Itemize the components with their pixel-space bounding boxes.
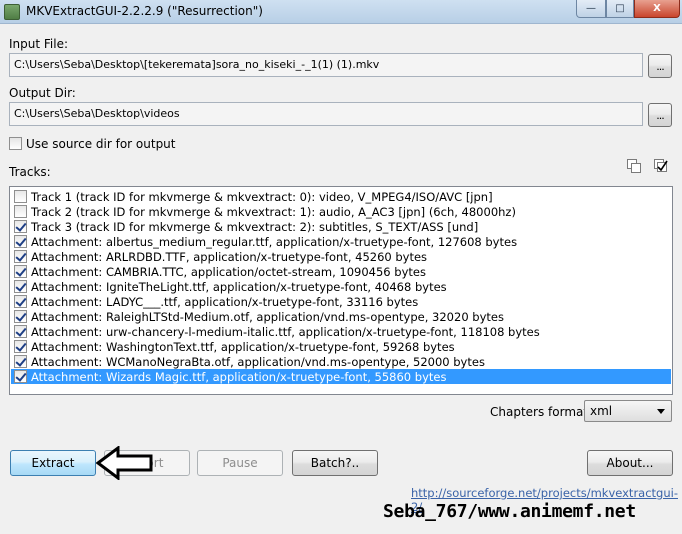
chapters-format-label: Chapters format: (490, 405, 593, 419)
track-row[interactable]: Track 2 (track ID for mkvmerge & mkvextr… (11, 204, 671, 219)
output-dir-label: Output Dir: (9, 86, 76, 100)
track-checkbox[interactable] (14, 310, 27, 323)
watermark-text: Seba_767/www.animemf.net (383, 501, 636, 522)
track-row[interactable]: Attachment: WCManoNegraBta.otf, applicat… (11, 354, 671, 369)
track-label: Attachment: urw-chancery-l-medium-italic… (31, 324, 540, 339)
use-source-dir-checkbox[interactable] (9, 137, 22, 150)
track-label: Attachment: CAMBRIA.TTC, application/oct… (31, 264, 426, 279)
track-row[interactable]: Attachment: ARLRDBD.TTF, application/x-t… (11, 249, 671, 264)
track-row[interactable]: Attachment: IgniteTheLight.ttf, applicat… (11, 279, 671, 294)
arrow-annotation-icon (96, 446, 153, 480)
track-label: Track 1 (track ID for mkvmerge & mkvextr… (31, 189, 493, 204)
track-checkbox[interactable] (14, 250, 27, 263)
track-label: Attachment: Wizards Magic.ttf, applicati… (31, 369, 447, 384)
track-checkbox[interactable] (14, 235, 27, 248)
input-file-label: Input File: (9, 37, 69, 51)
maximize-button[interactable]: □ (606, 0, 634, 18)
chapters-format-value: xml (590, 404, 613, 418)
track-row[interactable]: Attachment: albertus_medium_regular.ttf,… (11, 234, 671, 249)
track-label: Attachment: ARLRDBD.TTF, application/x-t… (31, 249, 428, 264)
track-checkbox[interactable] (14, 370, 27, 383)
tracks-list[interactable]: Track 1 (track ID for mkvmerge & mkvextr… (9, 186, 673, 395)
track-label: Track 2 (track ID for mkvmerge & mkvextr… (31, 204, 516, 219)
track-row[interactable]: Attachment: Wizards Magic.ttf, applicati… (11, 369, 671, 384)
close-button[interactable]: X (634, 0, 680, 18)
track-checkbox[interactable] (14, 280, 27, 293)
pause-button[interactable]: Pause (197, 450, 283, 476)
track-row[interactable]: Attachment: CAMBRIA.TTC, application/oct… (11, 264, 671, 279)
track-checkbox[interactable] (14, 325, 27, 338)
output-dir-field[interactable]: C:\Users\Seba\Desktop\videos (9, 102, 643, 126)
track-row[interactable]: Attachment: RaleighLTStd-Medium.otf, app… (11, 309, 671, 324)
input-file-field[interactable]: C:\Users\Seba\Desktop\[tekeremata]sora_n… (9, 53, 643, 77)
track-label: Attachment: IgniteTheLight.ttf, applicat… (31, 279, 447, 294)
app-icon (4, 4, 20, 20)
track-checkbox[interactable] (14, 205, 27, 218)
copy-icon[interactable] (626, 158, 642, 174)
track-checkbox[interactable] (14, 355, 27, 368)
track-label: Attachment: RaleighLTStd-Medium.otf, app… (31, 309, 504, 324)
track-checkbox[interactable] (14, 265, 27, 278)
track-checkbox[interactable] (14, 340, 27, 353)
track-label: Attachment: LADYC___.ttf, application/x-… (31, 294, 419, 309)
track-label: Attachment: albertus_medium_regular.ttf,… (31, 234, 518, 249)
check-all-icon[interactable] (653, 158, 669, 174)
track-row[interactable]: Attachment: WashingtonText.ttf, applicat… (11, 339, 671, 354)
window-title: MKVExtractGUI-2.2.2.9 ("Resurrection") (26, 4, 263, 18)
extract-button[interactable]: Extract (10, 450, 96, 476)
tracks-label: Tracks: (9, 165, 51, 179)
track-checkbox[interactable] (14, 295, 27, 308)
batch-button[interactable]: Batch?.. (292, 450, 378, 476)
track-label: Attachment: WCManoNegraBta.otf, applicat… (31, 354, 485, 369)
use-source-dir-label[interactable]: Use source dir for output (26, 137, 176, 151)
browse-input-button[interactable]: ... (648, 54, 672, 78)
track-checkbox[interactable] (14, 190, 27, 203)
track-row[interactable]: Attachment: LADYC___.ttf, application/x-… (11, 294, 671, 309)
about-button[interactable]: About... (587, 450, 673, 476)
track-row[interactable]: Attachment: urw-chancery-l-medium-italic… (11, 324, 671, 339)
minimize-button[interactable]: — (576, 0, 606, 18)
title-bar[interactable]: MKVExtractGUI-2.2.2.9 ("Resurrection") —… (0, 0, 682, 24)
track-label: Attachment: WashingtonText.ttf, applicat… (31, 339, 455, 354)
track-row[interactable]: Track 1 (track ID for mkvmerge & mkvextr… (11, 189, 671, 204)
track-row[interactable]: Track 3 (track ID for mkvmerge & mkvextr… (11, 219, 671, 234)
browse-output-button[interactable]: ... (648, 103, 672, 127)
track-checkbox[interactable] (14, 220, 27, 233)
track-label: Track 3 (track ID for mkvmerge & mkvextr… (31, 219, 479, 234)
chapters-format-select[interactable]: xml (584, 400, 672, 422)
chevron-down-icon (657, 409, 665, 414)
